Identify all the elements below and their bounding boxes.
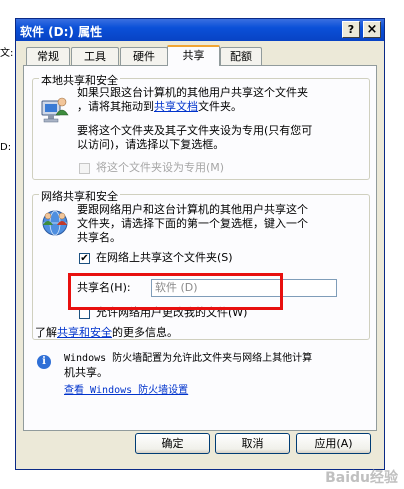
background-text-fragment: D: — [0, 142, 12, 153]
highlight-annotation-box — [68, 273, 283, 310]
properties-dialog: 软件 (D:) 属性 ? × 常规 工具 硬件 共享 配额 本地共享和安全 如果… — [15, 18, 385, 470]
learn-more-suffix: 的更多信息。 — [112, 326, 178, 339]
share-on-network-checkbox[interactable]: ✔ — [79, 253, 90, 264]
local-desc-line-2-suffix: 文件夹。 — [198, 100, 242, 113]
network-desc-line-2: 文件夹，请选择下面的第一个复选框，键入一个 — [77, 217, 308, 230]
cancel-button[interactable]: 取消 — [215, 433, 290, 454]
sharing-panel: 本地共享和安全 如果只跟这台计算机的其他用户共享这个文件夹 ，请将其拖动到共享文… — [23, 65, 377, 431]
network-group-title: 网络共享和安全 — [39, 188, 120, 204]
learn-more-line: 了解共享和安全的更多信息。 — [35, 326, 178, 340]
local-desc-line-2-prefix: ，请将其拖动到 — [77, 100, 154, 113]
network-sharing-group: 网络共享和安全 要跟网络用户和这台计算机的其他用户共享这个 文件夹，请选择下面的… — [32, 188, 370, 340]
info-icon: i — [37, 355, 51, 369]
sharing-security-link[interactable]: 共享和安全 — [57, 326, 112, 339]
local-sharing-group: 本地共享和安全 如果只跟这台计算机的其他用户共享这个文件夹 ，请将其拖动到共享文… — [32, 72, 370, 180]
firewall-desc-line-1: Windows 防火墙配置为允许此文件夹与网络上其他计算 — [64, 353, 313, 364]
firewall-settings-link[interactable]: 查看 Windows 防火墙设置 — [64, 384, 188, 398]
apply-button[interactable]: 应用(A) — [296, 433, 371, 454]
tab-quota[interactable]: 配额 — [220, 47, 262, 65]
network-users-icon — [42, 210, 68, 236]
close-button[interactable]: × — [363, 21, 381, 38]
network-desc-line-3: 共享名。 — [77, 231, 121, 244]
shared-documents-link[interactable]: 共享文档 — [154, 100, 198, 113]
make-private-checkbox[interactable] — [79, 163, 90, 174]
local-desc-line-1: 如果只跟这台计算机的其他用户共享这个文件夹 — [77, 86, 308, 99]
title-bar[interactable]: 软件 (D:) 属性 ? × — [16, 19, 384, 41]
network-desc-line-1: 要跟网络用户和这台计算机的其他用户共享这个 — [77, 203, 308, 216]
help-button[interactable]: ? — [342, 21, 360, 38]
tab-general[interactable]: 常规 — [26, 47, 70, 65]
local-desc-line-4: 以访问)，请选择以下复选框。 — [77, 138, 225, 151]
firewall-desc-line-2: 机共享。 — [64, 366, 108, 379]
ok-button[interactable]: 确定 — [135, 433, 210, 454]
local-desc-line-3: 要将这个文件夹及其子文件夹设为专用(只有您可 — [77, 124, 313, 137]
computer-user-icon — [41, 97, 69, 123]
tab-hardware[interactable]: 硬件 — [120, 47, 168, 65]
make-private-label: 将这个文件夹设为专用(M) — [96, 161, 225, 174]
local-desc-line-2: ，请将其拖动到共享文档文件夹。 — [77, 100, 242, 114]
window-title: 软件 (D:) 属性 — [20, 25, 103, 39]
learn-more-prefix: 了解 — [35, 326, 57, 339]
tab-sharing[interactable]: 共享 — [167, 45, 220, 66]
share-on-network-label: 在网络上共享这个文件夹(S) — [96, 251, 233, 264]
tab-tools[interactable]: 工具 — [71, 47, 119, 65]
background-text-fragment: 文: — [0, 48, 14, 59]
watermark-text: Baidu经验 — [325, 470, 398, 486]
